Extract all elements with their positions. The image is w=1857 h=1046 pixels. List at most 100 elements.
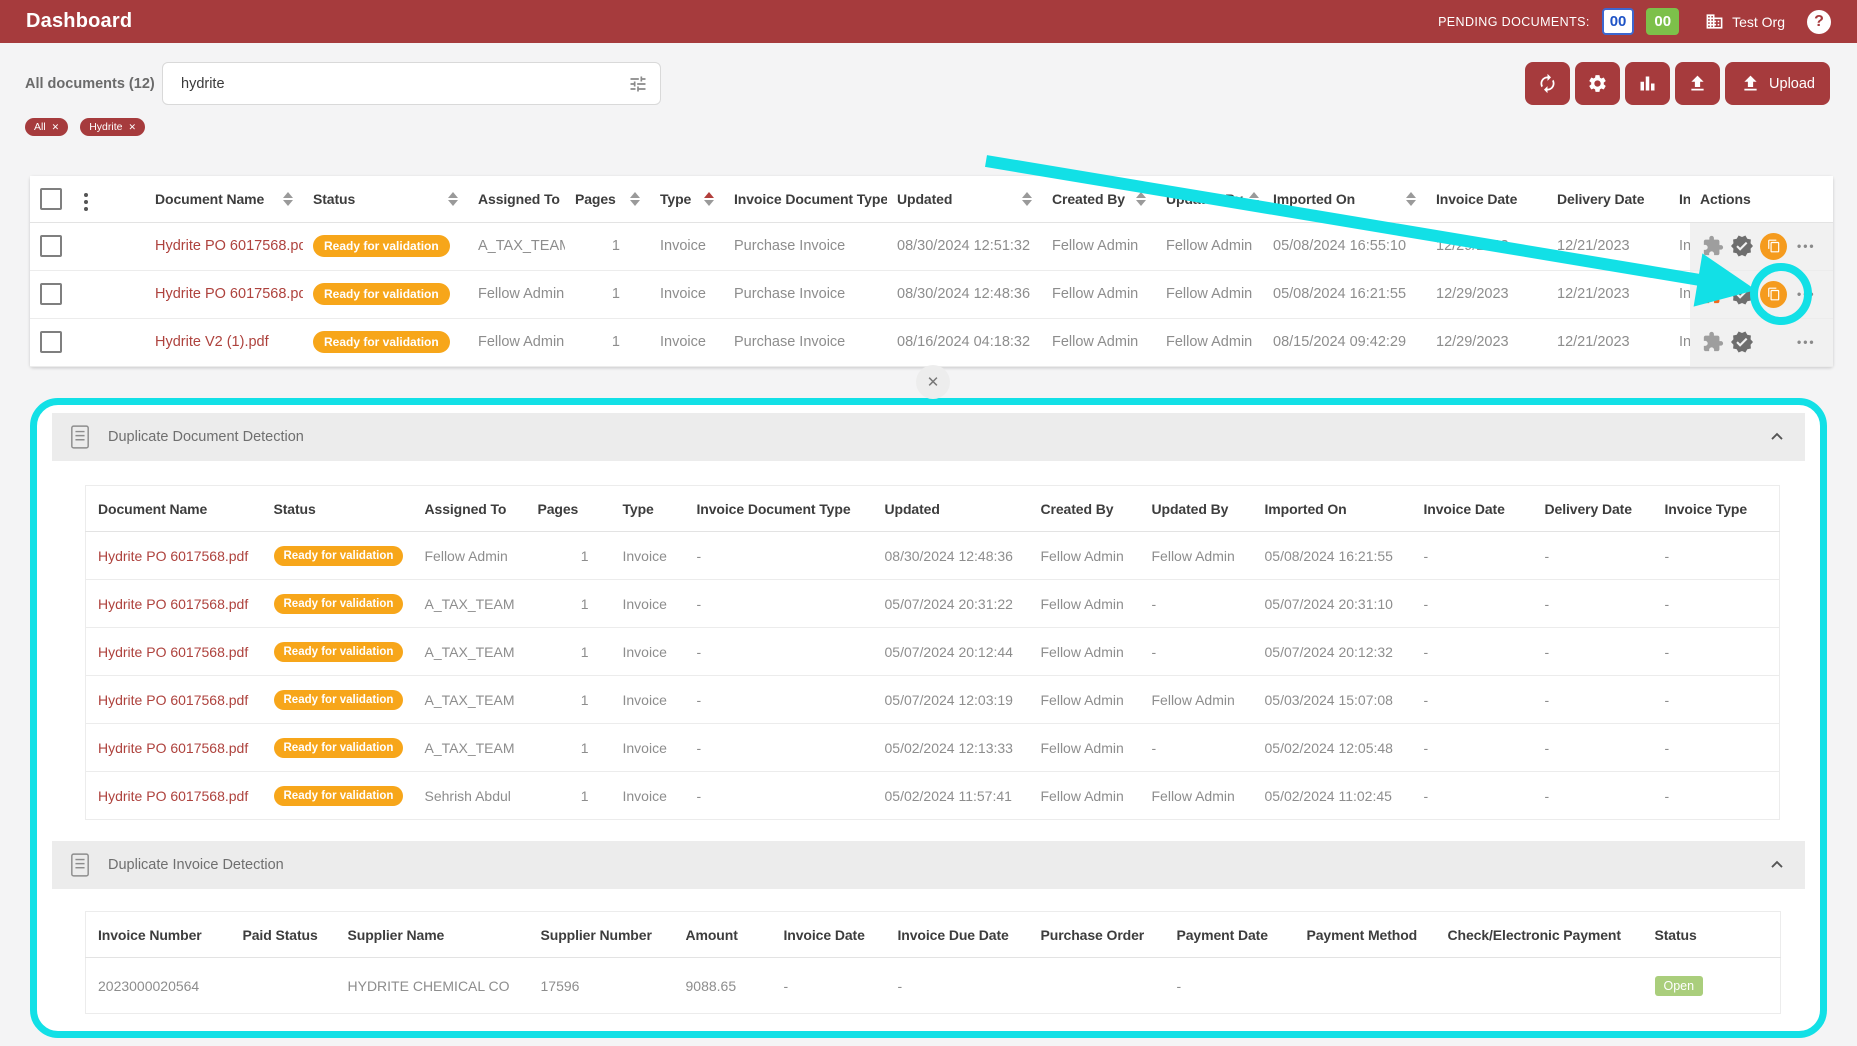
cell-payment-date: - bbox=[1165, 958, 1295, 1014]
duplicate-document-detection-header[interactable]: Duplicate Document Detection bbox=[52, 413, 1805, 461]
upload-icon-button[interactable] bbox=[1675, 62, 1720, 105]
document-icon bbox=[70, 852, 90, 878]
document-icon bbox=[70, 424, 90, 450]
open-status-badge: Open bbox=[1655, 976, 1704, 996]
more-actions-button[interactable]: ••• bbox=[1797, 335, 1816, 349]
row-checkbox[interactable] bbox=[40, 331, 62, 353]
document-link[interactable]: Hydrite PO 6017568.pdf bbox=[155, 286, 303, 302]
document-link[interactable]: Hydrite PO 6017568.pdf bbox=[98, 644, 248, 660]
cell-imported-on: 05/02/2024 11:02:45 bbox=[1253, 772, 1412, 820]
cell-imported-on: 05/08/2024 16:55:10 bbox=[1263, 222, 1426, 270]
verified-badge-icon[interactable] bbox=[1730, 330, 1754, 354]
document-link[interactable]: Hydrite PO 6017568.pdf bbox=[98, 788, 248, 804]
sort-icon[interactable] bbox=[560, 192, 565, 206]
cell-delivery-date: - bbox=[1533, 676, 1653, 724]
integration-puzzle-icon[interactable] bbox=[1702, 331, 1724, 353]
sort-icon[interactable] bbox=[624, 192, 640, 206]
integration-puzzle-icon[interactable] bbox=[1702, 283, 1724, 305]
duplicate-invoice-detection-header[interactable]: Duplicate Invoice Detection bbox=[52, 841, 1805, 889]
document-link[interactable]: Hydrite PO 6017568.pdf bbox=[98, 548, 248, 564]
cell-supplier-name: HYDRITE CHEMICAL CO bbox=[336, 958, 529, 1014]
table-row: Hydrite PO 6017568.pdf Ready for validat… bbox=[30, 270, 1833, 318]
sort-icon[interactable] bbox=[1243, 192, 1259, 206]
upload-button[interactable]: Upload bbox=[1725, 62, 1830, 105]
document-link[interactable]: Hydrite PO 6017568.pdf bbox=[98, 692, 248, 708]
cell-delivery-date: - bbox=[1533, 724, 1653, 772]
chip-label: Hydrite bbox=[89, 121, 122, 133]
col-updated-by: Updated By bbox=[1166, 191, 1243, 207]
cell-imported-on: 05/07/2024 20:31:10 bbox=[1253, 580, 1412, 628]
building-icon bbox=[1705, 12, 1724, 31]
select-all-checkbox[interactable] bbox=[40, 188, 62, 210]
column-menu-kebab[interactable] bbox=[82, 191, 90, 213]
cell-delivery-date: - bbox=[1533, 628, 1653, 676]
more-actions-button[interactable]: ••• bbox=[1797, 239, 1816, 253]
cell-invoice-document-type: - bbox=[685, 724, 873, 772]
status-badge: Ready for validation bbox=[274, 642, 404, 662]
all-documents-count-label[interactable]: All documents (12) bbox=[25, 63, 155, 106]
sort-icon[interactable] bbox=[442, 192, 458, 206]
chevron-up-icon[interactable] bbox=[1767, 855, 1787, 875]
documents-table-card: Document Name Status Assigned To Pages T… bbox=[30, 176, 1833, 367]
cell-invoice-document-type: - bbox=[685, 676, 873, 724]
search-input[interactable] bbox=[179, 75, 628, 93]
col-updated: Updated bbox=[897, 191, 952, 207]
cell-updated-by: Fellow Admin bbox=[1156, 270, 1263, 318]
sort-icon[interactable] bbox=[277, 192, 293, 206]
cell-updated: 05/07/2024 12:03:19 bbox=[873, 676, 1029, 724]
cell-updated-by: Fellow Admin bbox=[1140, 676, 1253, 724]
cell-payment-method bbox=[1295, 958, 1436, 1014]
cell-type: Invoice bbox=[650, 270, 724, 318]
table-header-row: Document Name Status Assigned To Pages T… bbox=[30, 176, 1833, 222]
verified-badge-icon[interactable] bbox=[1730, 282, 1754, 306]
close-panel-button[interactable]: ✕ bbox=[916, 365, 950, 399]
col-updated-by: Updated By bbox=[1140, 486, 1253, 532]
cell-created-by: Fellow Admin bbox=[1029, 580, 1140, 628]
cell-created-by: Fellow Admin bbox=[1042, 270, 1156, 318]
col-status: Status bbox=[262, 486, 413, 532]
col-type: Type bbox=[611, 486, 685, 532]
cell-updated-by: Fellow Admin bbox=[1140, 772, 1253, 820]
sort-icon[interactable] bbox=[1400, 192, 1416, 206]
cell-imported-on: 05/07/2024 20:12:32 bbox=[1253, 628, 1412, 676]
analytics-button[interactable] bbox=[1625, 62, 1670, 105]
col-invoice-due-date: Invoice Due Date bbox=[886, 912, 1029, 958]
chevron-up-icon[interactable] bbox=[1767, 427, 1787, 447]
cell-imported-on: 05/08/2024 16:21:55 bbox=[1263, 270, 1426, 318]
cell-created-by: Fellow Admin bbox=[1029, 772, 1140, 820]
chip-hydrite[interactable]: Hydrite ✕ bbox=[80, 118, 145, 136]
verified-badge-icon[interactable] bbox=[1730, 234, 1754, 258]
cell-assigned-to: Fellow Admin bbox=[413, 532, 526, 580]
duplicate-detection-icon[interactable] bbox=[1760, 233, 1787, 260]
refresh-button[interactable] bbox=[1525, 62, 1570, 105]
cell-delivery-date: - bbox=[1533, 772, 1653, 820]
col-delivery-date: Delivery Date bbox=[1557, 191, 1644, 207]
cell-paid-status bbox=[231, 958, 336, 1014]
help-button[interactable]: ? bbox=[1807, 10, 1831, 34]
filter-tune-icon[interactable] bbox=[628, 74, 648, 94]
chip-all[interactable]: All ✕ bbox=[25, 118, 68, 136]
document-link[interactable]: Hydrite PO 6017568.pdf bbox=[155, 238, 303, 254]
row-checkbox[interactable] bbox=[40, 235, 62, 257]
sort-icon[interactable] bbox=[1016, 192, 1032, 206]
more-actions-button[interactable]: ••• bbox=[1797, 287, 1816, 301]
duplicate-detection-icon-highlighted[interactable] bbox=[1760, 281, 1787, 308]
chip-remove-icon[interactable]: ✕ bbox=[128, 123, 136, 132]
document-link[interactable]: Hydrite PO 6017568.pdf bbox=[98, 596, 248, 612]
chip-remove-icon[interactable]: ✕ bbox=[52, 123, 60, 132]
document-link[interactable]: Hydrite PO 6017568.pdf bbox=[98, 740, 248, 756]
row-checkbox[interactable] bbox=[40, 283, 62, 305]
sort-icon[interactable] bbox=[1130, 192, 1146, 206]
cell-imported-on: 05/02/2024 12:05:48 bbox=[1253, 724, 1412, 772]
cell-pages: 1 bbox=[526, 724, 611, 772]
cell-supplier-number: 17596 bbox=[529, 958, 674, 1014]
col-invoice-type: Invoice Type bbox=[1653, 486, 1780, 532]
cell-type: Invoice bbox=[650, 222, 724, 270]
cell-invoice-document-type: - bbox=[685, 532, 873, 580]
settings-button[interactable] bbox=[1575, 62, 1620, 105]
integration-puzzle-icon[interactable] bbox=[1702, 235, 1724, 257]
cell-invoice-date: - bbox=[1412, 772, 1533, 820]
col-imported-on: Imported On bbox=[1273, 191, 1355, 207]
document-link[interactable]: Hydrite V2 (1).pdf bbox=[155, 334, 269, 350]
sort-icon-active-asc[interactable] bbox=[698, 192, 714, 206]
